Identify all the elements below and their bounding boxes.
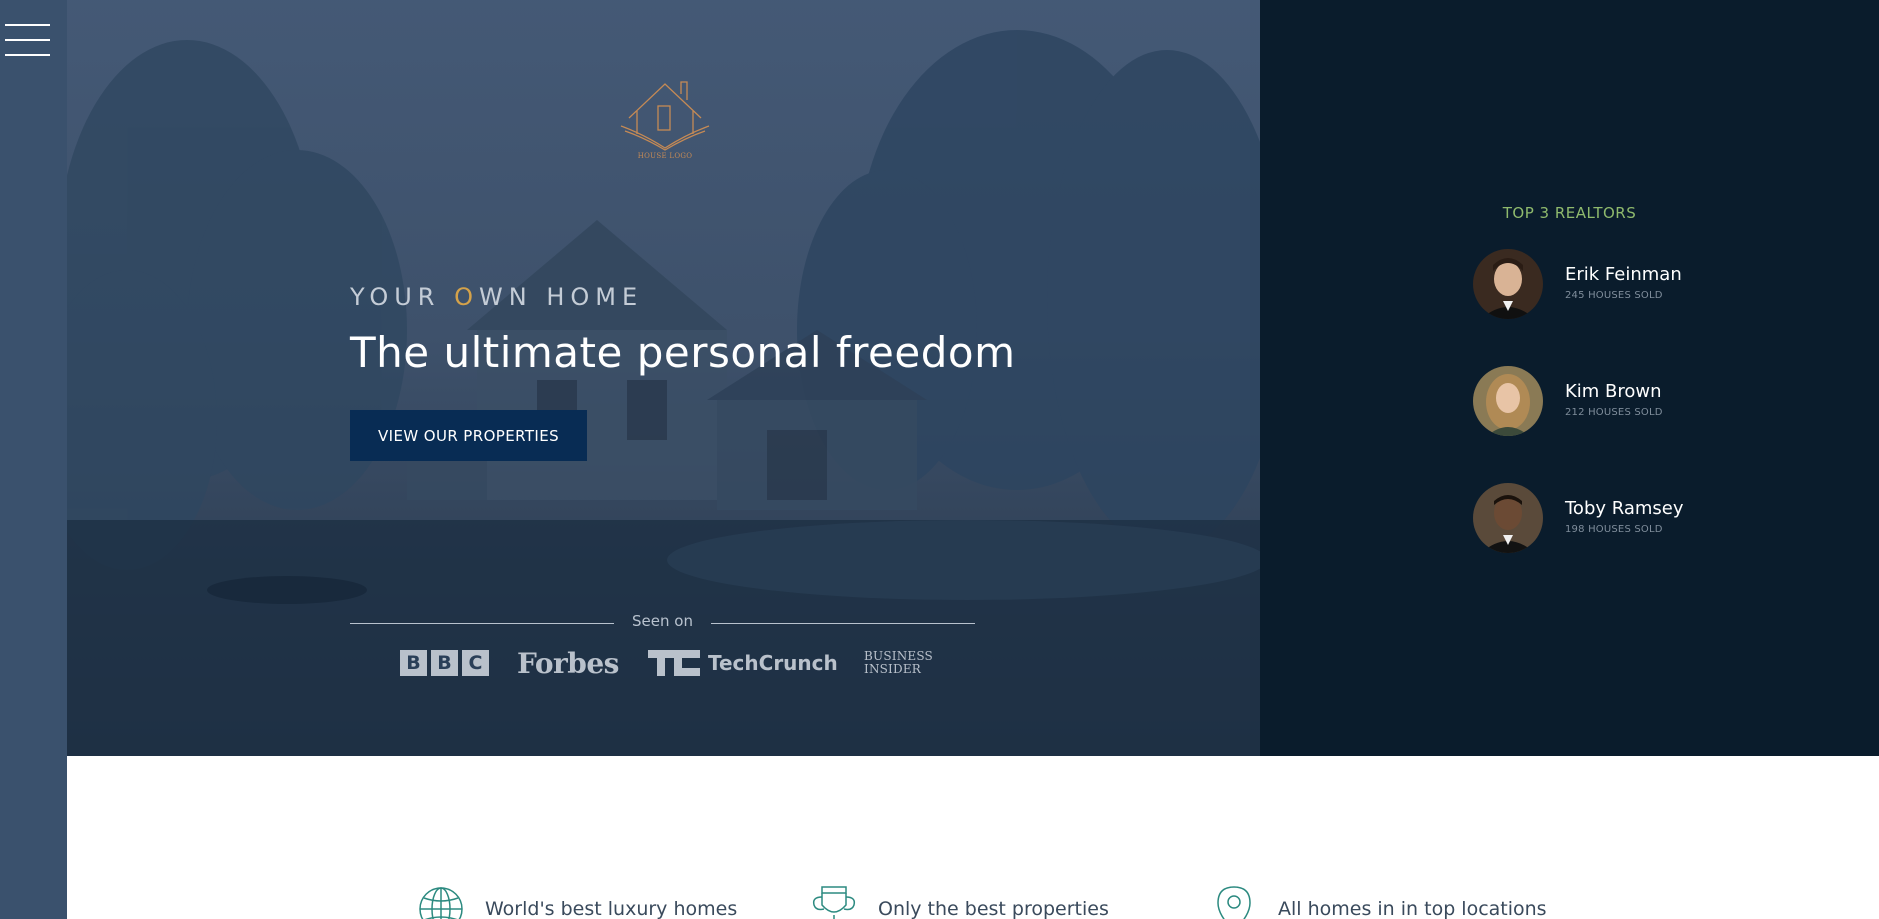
- map-pin-icon: [1217, 886, 1251, 919]
- techcrunch-tc-icon: [648, 650, 700, 676]
- sidebar: [0, 0, 67, 919]
- menu-bar-bottom: [5, 54, 50, 56]
- forbes-logo: Forbes: [517, 646, 619, 680]
- avatar: [1473, 483, 1543, 553]
- house-book-logo-icon[interactable]: HOUSE LOGO: [615, 76, 715, 166]
- realtor-houses-sold: 245 HOUSES SOLD: [1565, 290, 1663, 301]
- bbc-letter: C: [462, 650, 489, 676]
- realtor-name: Erik Feinman: [1565, 264, 1682, 285]
- realtor-card-kim[interactable]: Kim Brown 212 HOUSES SOLD: [1473, 366, 1733, 438]
- avatar-photo: [1473, 249, 1543, 319]
- feature-item: All homes in in top locations: [1210, 886, 1547, 919]
- bbc-logo: B B C: [400, 648, 489, 678]
- seen-on-divider: Seen on: [350, 612, 975, 634]
- feature-item: World's best luxury homes: [417, 887, 738, 919]
- hero-kicker: YOUR OWN HOME: [350, 283, 643, 311]
- menu-bar-top: [5, 24, 50, 26]
- globe-icon: [419, 887, 463, 919]
- avatar: [1473, 366, 1543, 436]
- kicker-accent-letter: O: [454, 283, 479, 311]
- feature-text: World's best luxury homes: [485, 898, 738, 919]
- logo-caption: HOUSE LOGO: [637, 152, 693, 160]
- menu-bar-middle: [5, 39, 50, 41]
- kicker-text-start: YOUR: [350, 283, 455, 311]
- techcrunch-logo: TechCrunch: [648, 648, 838, 678]
- top-realtors-panel: TOP 3 REALTORS Erik Feinman 245 HOUSES S…: [1260, 0, 1879, 756]
- realtor-card-erik[interactable]: Erik Feinman 245 HOUSES SOLD: [1473, 249, 1733, 321]
- techcrunch-wordmark: TechCrunch: [708, 651, 838, 675]
- avatar-photo: [1473, 366, 1543, 436]
- feature-item: Only the best properties: [810, 886, 1109, 919]
- business-insider-line-2: INSIDER: [864, 662, 922, 676]
- house-logo-graphic: [620, 81, 710, 151]
- hamburger-menu-icon[interactable]: [5, 24, 50, 58]
- kicker-text-end: WN HOME: [479, 283, 644, 311]
- realtor-name: Kim Brown: [1565, 381, 1662, 402]
- realtor-card-toby[interactable]: Toby Ramsey 198 HOUSES SOLD: [1473, 483, 1733, 555]
- avatar: [1473, 249, 1543, 319]
- seen-on-label: Seen on: [632, 612, 693, 630]
- realtor-houses-sold: 212 HOUSES SOLD: [1565, 407, 1663, 418]
- view-properties-button[interactable]: VIEW OUR PROPERTIES: [350, 410, 587, 461]
- divider-line-right: [711, 623, 975, 624]
- business-insider-logo: BUSINESS INSIDER: [864, 648, 933, 678]
- feature-text: All homes in in top locations: [1278, 898, 1547, 919]
- hero-section: HOUSE LOGO YOUR OWN HOME The ultimate pe…: [67, 0, 1260, 756]
- realtors-title: TOP 3 REALTORS: [1502, 204, 1637, 222]
- bbc-letter: B: [431, 650, 458, 676]
- features-section: World's best luxury homes Only the best …: [67, 756, 1879, 919]
- hero-headline: The ultimate personal freedom: [350, 328, 1016, 377]
- avatar-photo: [1473, 483, 1543, 553]
- feature-text: Only the best properties: [878, 898, 1109, 919]
- trophy-icon: [812, 886, 856, 919]
- realtor-houses-sold: 198 HOUSES SOLD: [1565, 524, 1663, 535]
- realtor-name: Toby Ramsey: [1565, 498, 1684, 519]
- bbc-letter: B: [400, 650, 427, 676]
